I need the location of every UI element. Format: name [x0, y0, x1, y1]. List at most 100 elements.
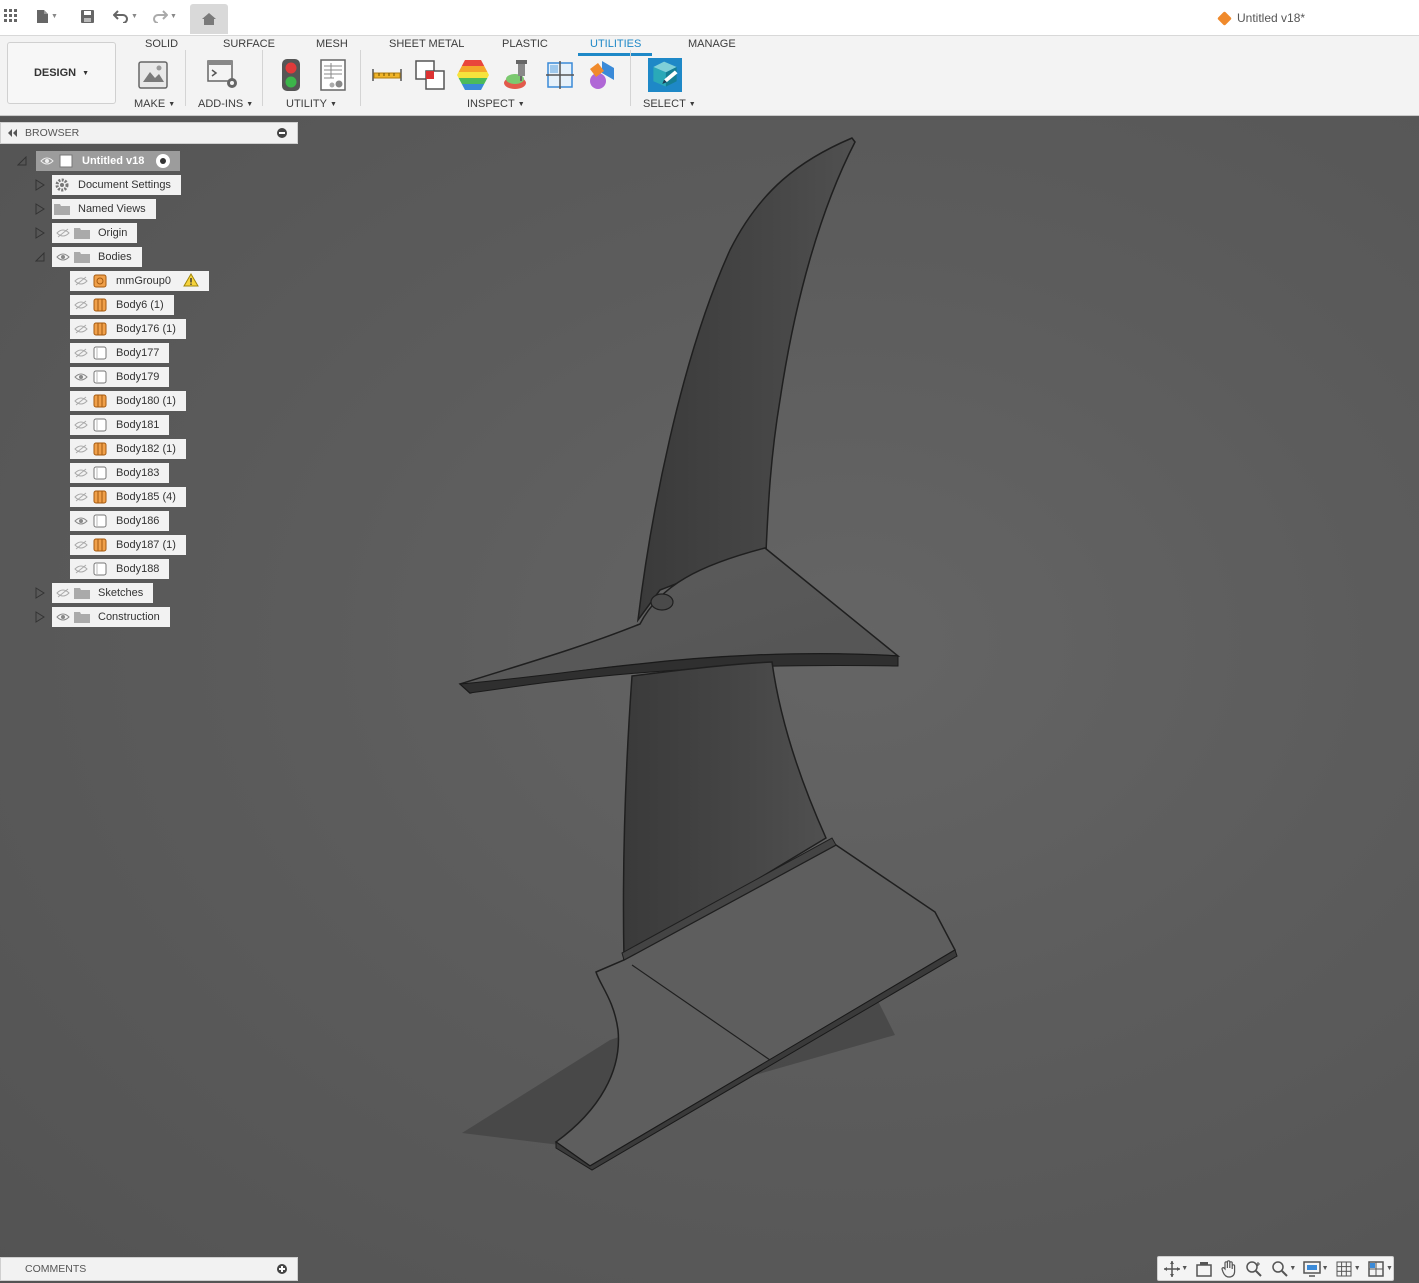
eye-icon[interactable] [54, 608, 72, 626]
expanded-triangle-icon[interactable] [34, 251, 46, 263]
browser-minimize-icon[interactable] [277, 128, 287, 138]
eye-hidden-icon[interactable] [72, 272, 90, 290]
eye-hidden-icon[interactable] [54, 224, 72, 242]
select-tool-icon[interactable] [648, 58, 682, 92]
browser-folder-document-settings[interactable]: Document Settings [52, 175, 181, 195]
tab-surface[interactable]: SURFACE [223, 38, 275, 50]
chevron-down-icon[interactable]: ▼ [1181, 1265, 1188, 1272]
eye-hidden-icon[interactable] [72, 296, 90, 314]
body-item[interactable]: Body182 (1) [70, 439, 186, 459]
section-analysis-icon[interactable] [543, 58, 577, 92]
add-comment-icon[interactable] [277, 1264, 287, 1274]
eye-hidden-icon[interactable] [72, 488, 90, 506]
browser-folder-named-views[interactable]: Named Views [52, 199, 156, 219]
body-icon [92, 345, 108, 361]
zebra-analysis-icon[interactable] [456, 58, 490, 92]
eye-icon[interactable] [72, 512, 90, 530]
tab-plastic[interactable]: PLASTIC [502, 38, 548, 50]
eye-hidden-icon[interactable] [72, 320, 90, 338]
browser-folder-sketches[interactable]: Sketches [52, 583, 154, 603]
eye-hidden-icon[interactable] [72, 416, 90, 434]
base-platform [554, 844, 956, 1167]
look-at-icon[interactable] [1194, 1259, 1213, 1279]
chevron-down-icon[interactable]: ▼ [1386, 1265, 1393, 1272]
component-body-icon [92, 297, 108, 313]
eye-hidden-icon[interactable] [72, 344, 90, 362]
orbit-icon[interactable] [1162, 1259, 1181, 1279]
process-status-icon[interactable] [274, 58, 308, 92]
eye-hidden-icon[interactable] [72, 536, 90, 554]
comments-panel[interactable]: COMMENTS [0, 1257, 298, 1281]
grid-settings-icon[interactable] [1335, 1259, 1354, 1279]
tab-sheet-metal[interactable]: SHEET METAL [389, 38, 464, 50]
body-item[interactable]: Body185 (4) [70, 487, 186, 507]
body-item[interactable]: Body187 (1) [70, 535, 186, 555]
draft-analysis-icon[interactable] [500, 58, 534, 92]
browser-root-node[interactable]: Untitled v18 [36, 151, 181, 171]
save-icon[interactable] [80, 6, 95, 26]
zoom-icon[interactable] [1245, 1259, 1264, 1279]
body-item[interactable]: Body176 (1) [70, 319, 186, 339]
redo-button[interactable]: ▼ [152, 6, 177, 26]
eye-hidden-icon[interactable] [72, 392, 90, 410]
display-settings-icon[interactable] [1302, 1259, 1321, 1279]
browser-folder-origin[interactable]: Origin [52, 223, 138, 243]
body-item[interactable]: Body6 (1) [70, 295, 174, 315]
viewports-icon[interactable] [1367, 1259, 1386, 1279]
expanded-triangle-icon[interactable] [16, 155, 28, 167]
eye-hidden-icon[interactable] [72, 440, 90, 458]
file-menu-button[interactable]: ▼ [36, 6, 58, 26]
browser-folder-construction[interactable]: Construction [52, 607, 170, 627]
collapsed-triangle-icon[interactable] [34, 227, 46, 239]
measure-icon[interactable] [370, 58, 404, 92]
inspect-group-label[interactable]: INSPECT ▼ [467, 98, 525, 110]
workspace-selector[interactable]: DESIGN ▼ [7, 42, 116, 104]
eye-hidden-icon[interactable] [72, 560, 90, 578]
eye-icon[interactable] [38, 152, 56, 170]
parameters-table-icon[interactable] [316, 58, 350, 92]
pan-hand-icon[interactable] [1220, 1259, 1239, 1279]
body-item-mmgroup0[interactable]: mmGroup0 [70, 271, 210, 291]
fit-zoom-icon[interactable] [1270, 1259, 1289, 1279]
utility-group-label[interactable]: UTILITY ▼ [286, 98, 337, 110]
chevron-down-icon[interactable]: ▼ [1354, 1265, 1361, 1272]
chevron-down-icon[interactable]: ▼ [1322, 1265, 1329, 1272]
collapsed-triangle-icon[interactable] [34, 587, 46, 599]
tab-utilities[interactable]: UTILITIES [590, 38, 641, 50]
eye-icon[interactable] [54, 248, 72, 266]
chevron-down-icon[interactable]: ▼ [1289, 1265, 1296, 1272]
browser-folder-bodies[interactable]: Bodies [52, 247, 142, 267]
collapsed-triangle-icon[interactable] [34, 611, 46, 623]
collapsed-triangle-icon[interactable] [34, 179, 46, 191]
undo-button[interactable]: ▼ [113, 6, 138, 26]
make-group-label[interactable]: MAKE ▼ [134, 98, 175, 110]
browser-panel-header[interactable]: BROWSER [0, 122, 298, 144]
tab-solid[interactable]: SOLID [145, 38, 178, 50]
body-item[interactable]: Body186 [70, 511, 170, 531]
collapse-arrows-icon[interactable] [7, 129, 17, 137]
collapsed-triangle-icon[interactable] [34, 203, 46, 215]
body-item[interactable]: Body180 (1) [70, 391, 186, 411]
eye-icon[interactable] [72, 368, 90, 386]
tab-manage[interactable]: MANAGE [688, 38, 736, 50]
display-component-colors-icon[interactable] [586, 58, 620, 92]
select-group-label[interactable]: SELECT ▼ [643, 98, 696, 110]
body-item[interactable]: Body181 [70, 415, 170, 435]
home-tab[interactable] [190, 4, 228, 34]
body-item[interactable]: Body177 [70, 343, 170, 363]
interference-icon[interactable] [413, 58, 447, 92]
3d-model-canvas[interactable] [0, 117, 1419, 1257]
body-item[interactable]: Body188 [70, 559, 170, 579]
body-icon [92, 561, 108, 577]
warning-icon[interactable] [183, 272, 199, 290]
3d-print-icon[interactable] [136, 58, 170, 92]
eye-hidden-icon[interactable] [54, 584, 72, 602]
addins-group-label[interactable]: ADD-INS ▼ [198, 98, 253, 110]
body-item[interactable]: Body179 [70, 367, 170, 387]
body-item[interactable]: Body183 [70, 463, 170, 483]
scripts-addins-icon[interactable] [206, 58, 240, 92]
eye-hidden-icon[interactable] [72, 464, 90, 482]
tab-mesh[interactable]: MESH [316, 38, 348, 50]
activate-radio-icon[interactable] [156, 154, 171, 168]
app-grid-icon[interactable] [4, 6, 18, 26]
